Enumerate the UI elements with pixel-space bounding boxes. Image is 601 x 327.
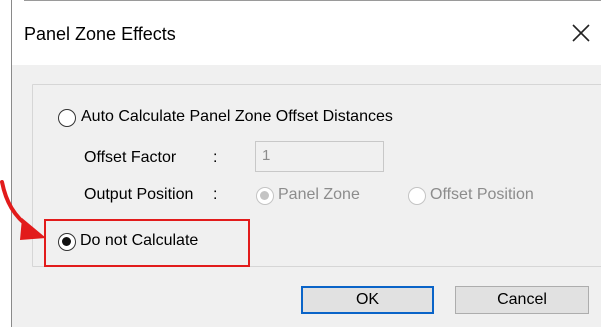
panel-zone-effects-dialog: Panel Zone Effects Auto Calculate Panel … (12, 1, 601, 327)
offset-factor-colon: : (213, 149, 218, 166)
close-icon[interactable] (567, 19, 595, 47)
output-position-label: Output Position (84, 186, 194, 203)
panel-zone-radio[interactable] (256, 187, 274, 205)
cancel-button[interactable]: Cancel (455, 286, 589, 314)
dialog-title: Panel Zone Effects (24, 24, 176, 44)
do-not-calculate-label[interactable]: Do not Calculate (80, 232, 198, 250)
do-not-calculate-radio[interactable] (58, 233, 76, 251)
panel-zone-label[interactable]: Panel Zone (278, 186, 360, 204)
ok-button[interactable]: OK (301, 286, 434, 314)
output-position-colon: : (213, 186, 218, 203)
offset-factor-value: 1 (262, 147, 271, 164)
offset-position-radio[interactable] (408, 187, 426, 205)
offset-factor-input[interactable]: 1 (255, 141, 384, 172)
ok-button-label: OK (355, 291, 380, 308)
offset-factor-label: Offset Factor (84, 149, 177, 166)
auto-calculate-radio[interactable] (58, 109, 76, 127)
title-bar: Panel Zone Effects (12, 1, 601, 65)
cancel-button-label: Cancel (497, 291, 547, 308)
red-curved-arrow-icon (0, 180, 46, 240)
auto-calculate-label[interactable]: Auto Calculate Panel Zone Offset Distanc… (81, 108, 393, 126)
offset-position-label[interactable]: Offset Position (430, 186, 534, 204)
